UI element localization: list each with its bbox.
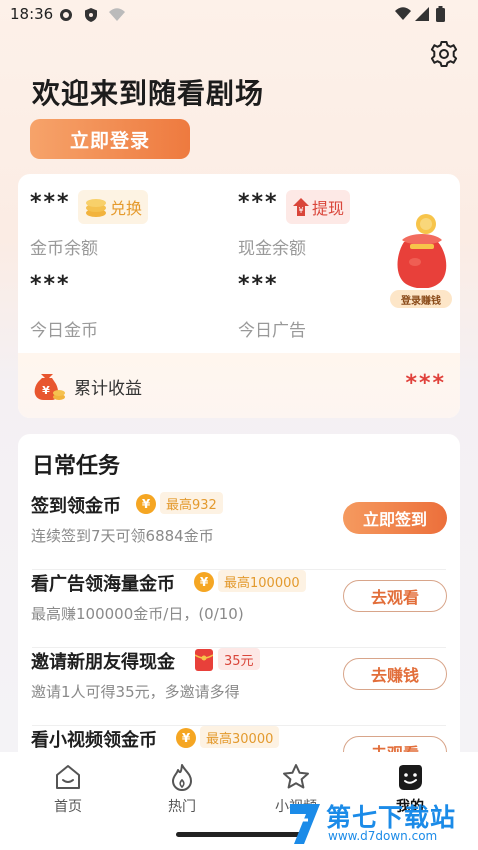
cash-value: *** xyxy=(238,190,279,215)
task-tag: 最高100000 xyxy=(218,570,306,592)
withdraw-button[interactable]: ¥ 提现 xyxy=(286,190,351,224)
star-icon xyxy=(283,764,309,789)
task-invite: 邀请新朋友得现金 35元 邀请1人可得35元，多邀请多得 去赚钱 xyxy=(18,648,460,726)
checkin-button[interactable]: 立即签到 xyxy=(343,502,447,534)
wifi-off-status-icon xyxy=(109,8,125,21)
task-tag: 35元 xyxy=(218,648,260,670)
today-ads-value: *** xyxy=(238,272,279,297)
tab-hot[interactable]: 热门 xyxy=(142,762,222,816)
gear-icon xyxy=(430,41,458,67)
login-earn-gift[interactable]: 登录赚钱 xyxy=(390,210,456,308)
exchange-label: 兑换 xyxy=(110,199,143,218)
task-subtitle: 邀请1人可得35元，多邀请多得 xyxy=(31,683,240,701)
task-checkin: 签到领金币 ¥ 最高932 连续签到7天可领6884金币 立即签到 xyxy=(18,492,460,570)
withdraw-label: 提现 xyxy=(312,199,345,218)
tab-label: 首页 xyxy=(54,799,82,815)
coin-stack-icon xyxy=(86,199,106,217)
home-icon xyxy=(56,765,80,789)
task-watch-ads: 看广告领海量金币 ¥ 最高100000 最高赚100000金币/日，(0/10)… xyxy=(18,570,460,648)
status-time: 18:36 xyxy=(10,5,54,23)
task-tag: 最高932 xyxy=(160,492,223,514)
svg-text:¥: ¥ xyxy=(42,384,50,397)
signal-icon xyxy=(415,7,429,21)
watermark-logo-icon xyxy=(290,804,320,844)
login-earn-label: 登录赚钱 xyxy=(390,290,452,308)
wallet-card: *** 兑换 金币余额 *** ¥ 提现 现金余额 *** 今日金币 *** 今… xyxy=(18,174,460,418)
tasks-title: 日常任务 xyxy=(32,454,121,479)
total-earnings-label: 累计收益 xyxy=(74,379,142,399)
settings-status-icon xyxy=(60,9,72,21)
coins-value: *** xyxy=(30,190,71,215)
today-coins-label: 今日金币 xyxy=(30,321,98,341)
login-button[interactable]: 立即登录 xyxy=(30,119,190,159)
tab-label: 热门 xyxy=(168,799,196,815)
task-title: 看广告领海量金币 xyxy=(31,574,175,595)
watermark-url: www.d7down.com xyxy=(328,829,438,843)
coin-icon: ¥ xyxy=(176,728,196,748)
wifi-icon xyxy=(395,7,411,20)
total-earnings-value: *** xyxy=(405,371,446,396)
task-tag: 最高30000 xyxy=(200,726,280,748)
task-subtitle: 连续签到7天可领6884金币 xyxy=(31,527,214,545)
gift-bag-icon xyxy=(397,214,447,289)
today-coins-value: *** xyxy=(30,272,71,297)
red-envelope-icon xyxy=(194,649,214,675)
task-title: 签到领金币 xyxy=(31,496,121,517)
svg-text:¥: ¥ xyxy=(298,206,303,215)
cash-label: 现金余额 xyxy=(238,239,306,259)
welcome-title: 欢迎来到随看剧场 xyxy=(32,77,265,110)
site-watermark: 第七下载站 www.d7down.com xyxy=(284,796,478,850)
task-subtitle: 最高赚100000金币/日，(0/10) xyxy=(31,605,244,623)
watch-ads-button[interactable]: 去观看 xyxy=(343,580,447,612)
status-bar: 18:36 xyxy=(0,0,478,30)
money-bag-icon: ¥ xyxy=(34,374,65,400)
flame-icon xyxy=(172,764,192,791)
tab-home[interactable]: 首页 xyxy=(28,762,108,816)
invite-earn-button[interactable]: 去赚钱 xyxy=(343,658,447,690)
daily-tasks-card: 日常任务 签到领金币 ¥ 最高932 连续签到7天可领6884金币 立即签到 看… xyxy=(18,434,460,764)
battery-icon xyxy=(436,6,445,22)
profile-icon xyxy=(399,765,422,790)
shield-status-icon xyxy=(85,8,97,22)
exchange-button[interactable]: 兑换 xyxy=(78,190,149,224)
today-ads-label: 今日广告 xyxy=(238,321,306,341)
total-earnings-row[interactable]: ¥ 累计收益 *** xyxy=(18,353,460,418)
coins-label: 金币余额 xyxy=(30,239,98,259)
settings-button[interactable] xyxy=(428,38,460,70)
withdraw-icon: ¥ xyxy=(293,198,309,216)
coin-icon: ¥ xyxy=(136,494,156,514)
coin-icon: ¥ xyxy=(194,572,214,592)
task-title: 邀请新朋友得现金 xyxy=(31,652,175,673)
task-title: 看小视频领金币 xyxy=(31,730,157,751)
